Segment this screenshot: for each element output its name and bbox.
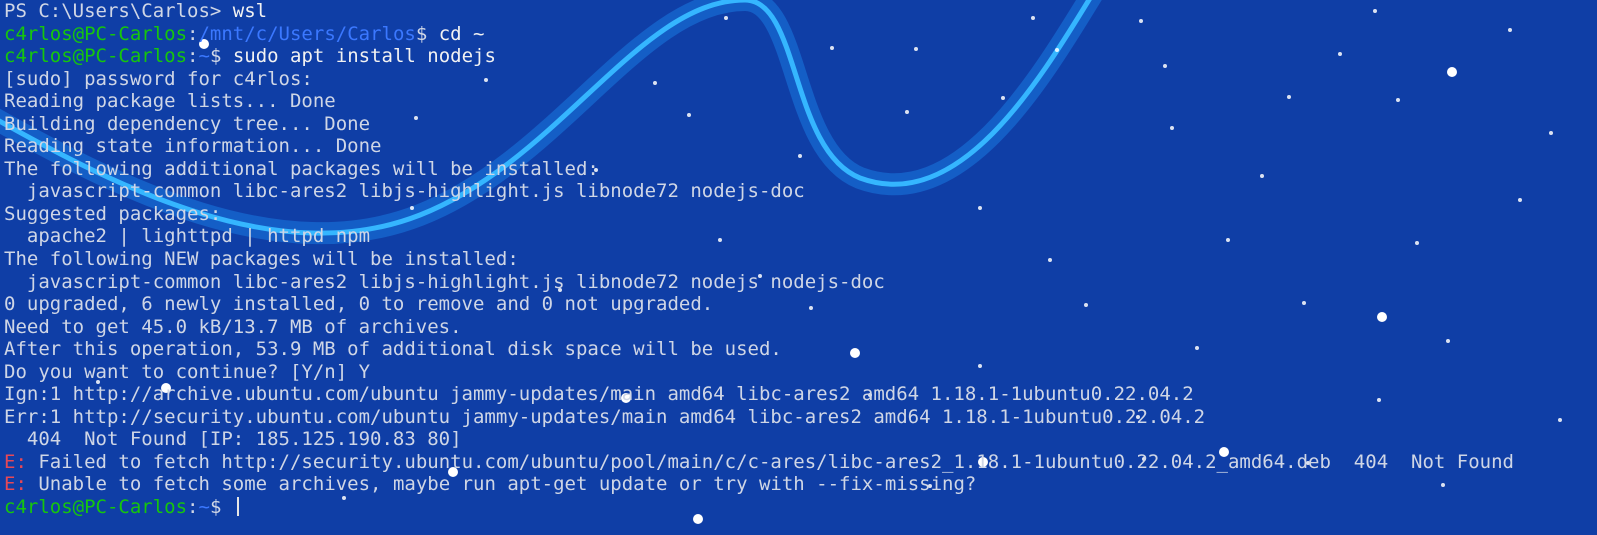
prompt-path: /mnt/c/Users/Carlos bbox=[198, 22, 416, 45]
terminal-line: c4rlos@PC-Carlos:/mnt/c/Users/Carlos$ cd… bbox=[4, 23, 1514, 46]
terminal-line: apache2 | lighttpd | httpd npm bbox=[4, 225, 1514, 248]
line-text: Ign:1 http://archive.ubuntu.com/ubuntu j… bbox=[4, 383, 1194, 406]
line-text: The following NEW packages will be insta… bbox=[4, 248, 519, 271]
line-text: wsl bbox=[232, 0, 268, 22]
terminal-line: [sudo] password for c4rlos: bbox=[4, 68, 1514, 91]
terminal-line: E: Unable to fetch some archives, maybe … bbox=[4, 473, 1514, 496]
line-text: cd ~ bbox=[438, 22, 485, 45]
terminal-line: Ign:1 http://archive.ubuntu.com/ubuntu j… bbox=[4, 383, 1514, 406]
terminal-line: E: Failed to fetch http://security.ubunt… bbox=[4, 451, 1514, 474]
terminal-line: PS C:\Users\Carlos> wsl bbox=[4, 0, 1514, 23]
terminal-line: 404 Not Found [IP: 185.125.190.83 80] bbox=[4, 428, 1514, 451]
line-text: Failed to fetch http://security.ubuntu.c… bbox=[26, 450, 1514, 473]
terminal-line: Need to get 45.0 kB/13.7 MB of archives. bbox=[4, 316, 1514, 339]
terminal-line: Building dependency tree... Done bbox=[4, 113, 1514, 136]
line-text: javascript-common libc-ares2 libjs-highl… bbox=[4, 180, 805, 203]
line-text: 0 upgraded, 6 newly installed, 0 to remo… bbox=[4, 293, 714, 316]
line-text: Err:1 http://security.ubuntu.com/ubuntu … bbox=[4, 405, 1206, 428]
prompt-sigil: $ bbox=[415, 22, 439, 45]
terminal-line: After this operation, 53.9 MB of additio… bbox=[4, 338, 1514, 361]
terminal-line: Reading state information... Done bbox=[4, 135, 1514, 158]
prompt-separator: : bbox=[187, 22, 199, 45]
error-label: E: bbox=[4, 473, 27, 496]
text-cursor bbox=[236, 497, 239, 517]
line-text: [sudo] password for c4rlos: bbox=[4, 67, 313, 90]
error-label: E: bbox=[4, 450, 27, 473]
line-text: sudo apt install nodejs bbox=[232, 45, 496, 68]
star bbox=[1549, 131, 1553, 135]
line-text: Need to get 45.0 kB/13.7 MB of archives. bbox=[4, 315, 462, 338]
line-text: apache2 | lighttpd | httpd npm bbox=[4, 225, 371, 248]
prompt-user-host: c4rlos@PC-Carlos bbox=[4, 22, 188, 45]
line-text: Building dependency tree... Done bbox=[4, 112, 371, 135]
terminal-line: The following NEW packages will be insta… bbox=[4, 248, 1514, 271]
line-text: Reading package lists... Done bbox=[4, 90, 336, 113]
terminal-line: Reading package lists... Done bbox=[4, 90, 1514, 113]
line-text: Unable to fetch some archives, maybe run… bbox=[26, 473, 977, 496]
terminal-line: 0 upgraded, 6 newly installed, 0 to remo… bbox=[4, 293, 1514, 316]
star bbox=[1558, 418, 1562, 422]
terminal-line: c4rlos@PC-Carlos:~$ bbox=[4, 496, 1514, 519]
terminal-line: javascript-common libc-ares2 libjs-highl… bbox=[4, 271, 1514, 294]
line-text: javascript-common libc-ares2 libjs-highl… bbox=[4, 270, 885, 293]
line-text: After this operation, 53.9 MB of additio… bbox=[4, 338, 782, 361]
prompt-separator: : bbox=[187, 496, 199, 519]
line-text: Reading state information... Done bbox=[4, 135, 382, 158]
line-text: 404 Not Found [IP: 185.125.190.83 80] bbox=[4, 428, 462, 451]
terminal-line: c4rlos@PC-Carlos:~$ sudo apt install nod… bbox=[4, 45, 1514, 68]
terminal-output[interactable]: PS C:\Users\Carlos> wsl c4rlos@PC-Carlos:… bbox=[4, 0, 1514, 519]
prompt-sigil: $ bbox=[209, 496, 233, 519]
prompt-user-host: c4rlos@PC-Carlos bbox=[4, 496, 188, 519]
prompt-separator: : bbox=[187, 45, 199, 68]
star bbox=[1518, 198, 1522, 202]
terminal-line: The following additional packages will b… bbox=[4, 158, 1514, 181]
terminal-line: Do you want to continue? [Y/n] Y bbox=[4, 361, 1514, 384]
prompt-path: ~ bbox=[198, 496, 210, 519]
terminal-line: Err:1 http://security.ubuntu.com/ubuntu … bbox=[4, 406, 1514, 429]
line-text: Do you want to continue? [Y/n] Y bbox=[4, 360, 371, 383]
prompt-path: ~ bbox=[198, 45, 210, 68]
line-text: The following additional packages will b… bbox=[4, 157, 599, 180]
powershell-prompt: PS C:\Users\Carlos> bbox=[4, 0, 233, 22]
prompt-sigil: $ bbox=[209, 45, 233, 68]
terminal-line: Suggested packages: bbox=[4, 203, 1514, 226]
terminal-line: javascript-common libc-ares2 libjs-highl… bbox=[4, 180, 1514, 203]
prompt-user-host: c4rlos@PC-Carlos bbox=[4, 45, 188, 68]
line-text: Suggested packages: bbox=[4, 202, 222, 225]
